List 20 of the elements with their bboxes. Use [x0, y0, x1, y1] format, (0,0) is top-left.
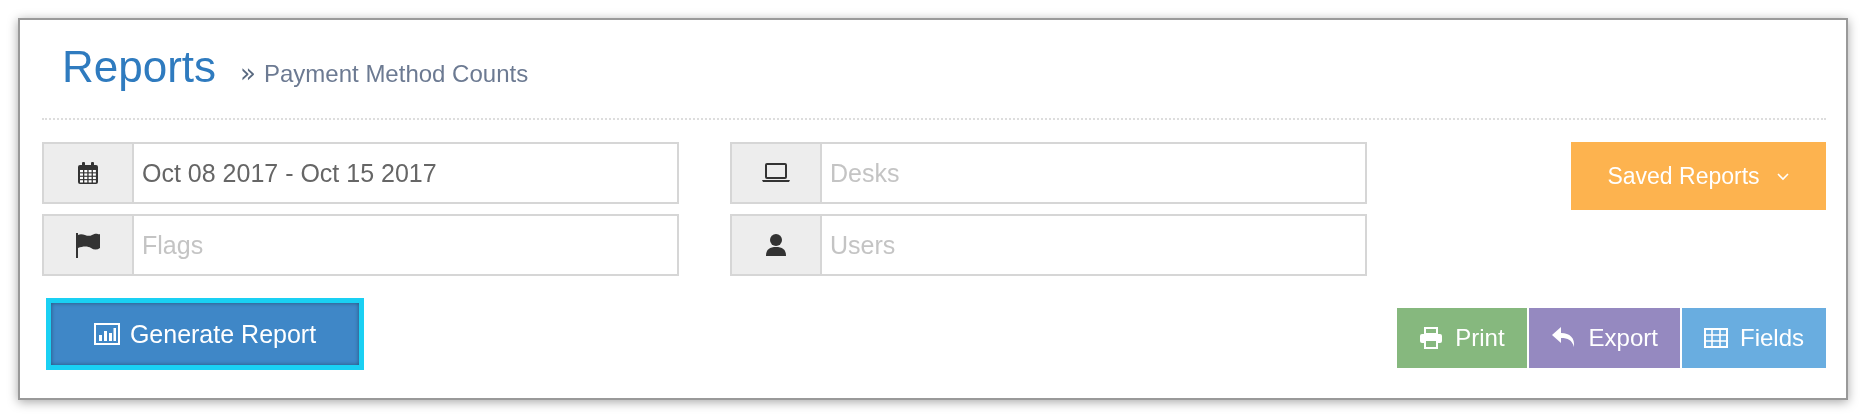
export-button[interactable]: Export — [1528, 308, 1680, 368]
user-icon — [765, 233, 787, 257]
filter-field[interactable]: Users — [730, 214, 1367, 276]
table-icon — [1703, 328, 1728, 348]
chevron-down-icon — [1775, 171, 1790, 181]
page-title: Reports — [62, 42, 217, 92]
fields-button[interactable]: Fields — [1681, 308, 1826, 368]
filter-field[interactable]: Desks — [730, 142, 1367, 204]
breadcrumb: Payment Method Counts — [264, 60, 529, 88]
calendar-icon — [77, 161, 99, 185]
laptop-icon — [761, 163, 791, 183]
flag-icon — [74, 232, 102, 258]
breadcrumb-separator: » — [240, 58, 256, 88]
printer-icon — [1419, 327, 1444, 349]
generate-report-button[interactable]: Generate Report — [46, 298, 364, 370]
print-button[interactable]: Print — [1397, 308, 1527, 368]
bar-chart-icon — [93, 323, 120, 345]
date-range-field[interactable]: Oct 08 2017 - Oct 15 2017 — [42, 142, 679, 204]
filter-field[interactable]: Flags — [42, 214, 679, 276]
saved-reports-button[interactable]: Saved Reports — [1571, 142, 1826, 210]
